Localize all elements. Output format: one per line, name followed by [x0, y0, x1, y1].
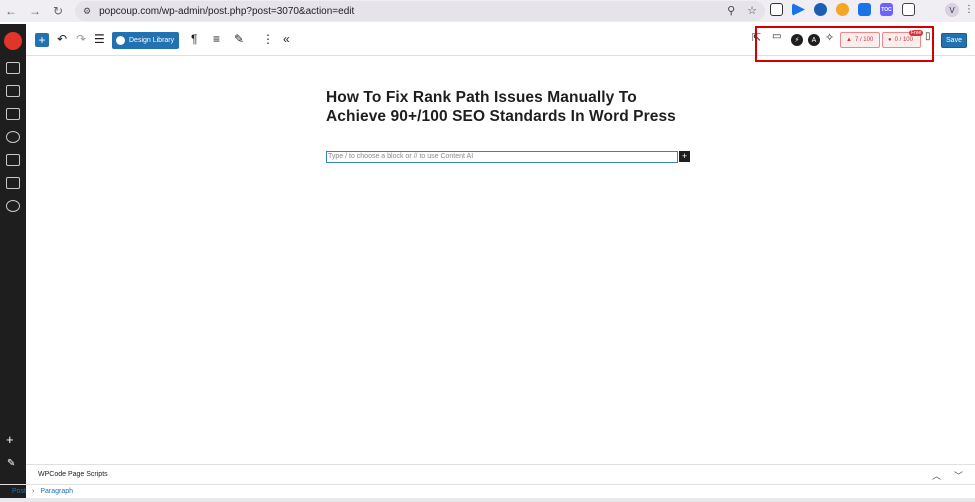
- bottom-strip: [0, 498, 975, 502]
- edit-pen-icon[interactable]: ✎: [7, 458, 15, 469]
- collapse-icon[interactable]: «: [283, 32, 290, 46]
- block-inserter-button[interactable]: +: [35, 33, 49, 47]
- image-icon[interactable]: [6, 108, 20, 120]
- admin-sidebar: + ✎: [0, 24, 26, 498]
- toc-extension-icon[interactable]: TOC: [880, 3, 893, 16]
- inline-inserter-button[interactable]: +: [679, 151, 690, 162]
- site-logo-icon[interactable]: [4, 32, 22, 50]
- pin-icon[interactable]: ✎: [234, 32, 244, 46]
- redo-icon[interactable]: ↷: [76, 32, 86, 46]
- back-icon[interactable]: ←: [0, 0, 22, 22]
- align-icon[interactable]: ≡: [213, 32, 220, 46]
- zoom-icon[interactable]: ⚲: [727, 4, 735, 17]
- document-icon[interactable]: [6, 177, 20, 189]
- palette-icon[interactable]: [6, 200, 20, 212]
- meta-box-title: WPCode Page Scripts: [38, 471, 108, 478]
- target-icon[interactable]: [6, 131, 20, 143]
- heading-icon[interactable]: [6, 85, 20, 97]
- design-library-icon: [116, 36, 125, 45]
- more-options-icon[interactable]: ⋮: [262, 32, 274, 46]
- blocks-icon[interactable]: [6, 62, 20, 74]
- browser-toolbar: ← → ↻ ⚙ popcoup.com/wp-admin/post.php?po…: [0, 0, 975, 22]
- breadcrumb-paragraph[interactable]: Paragraph: [40, 488, 73, 495]
- profile-avatar[interactable]: V: [945, 3, 959, 17]
- wpcode-meta-box[interactable]: WPCode Page Scripts ︿ ﹀: [26, 464, 975, 484]
- chevron-up-icon[interactable]: ︿: [932, 469, 941, 482]
- chevron-down-icon[interactable]: ﹀: [954, 469, 963, 482]
- breadcrumb: Post › Paragraph: [0, 484, 975, 498]
- document-overview-icon[interactable]: ☰: [94, 32, 105, 46]
- extensions-puzzle-icon[interactable]: [902, 3, 915, 16]
- design-library-label: Design Library: [129, 37, 175, 44]
- cursor-extension-icon[interactable]: [792, 3, 805, 16]
- breadcrumb-post[interactable]: Post: [12, 488, 26, 495]
- reload-icon[interactable]: ↻: [47, 0, 69, 22]
- site-info-icon[interactable]: ⚙: [83, 6, 91, 17]
- breadcrumb-separator-icon: ›: [32, 488, 35, 495]
- browser-menu-icon[interactable]: ⋮: [964, 4, 974, 15]
- address-bar[interactable]: ⚙ popcoup.com/wp-admin/post.php?post=307…: [75, 1, 765, 21]
- image-extension-icon[interactable]: [770, 3, 783, 16]
- add-icon[interactable]: +: [6, 432, 14, 447]
- post-title[interactable]: How To Fix Rank Path Issues Manually To …: [326, 88, 696, 126]
- forward-icon[interactable]: →: [24, 0, 46, 22]
- password-extension-icon[interactable]: [814, 3, 827, 16]
- color-extension-icon[interactable]: [836, 3, 849, 16]
- tag-extension-icon[interactable]: [858, 3, 871, 16]
- url-text: popcoup.com/wp-admin/post.php?post=3070&…: [99, 5, 355, 17]
- paragraph-block-input[interactable]: Type / to choose a block or // to use Co…: [326, 151, 678, 163]
- annotation-highlight-box: [755, 26, 934, 62]
- undo-icon[interactable]: ↶: [57, 32, 67, 46]
- paragraph-icon[interactable]: ¶: [191, 32, 197, 46]
- bookmark-star-icon[interactable]: ☆: [747, 4, 757, 17]
- layout-icon[interactable]: [6, 154, 20, 166]
- save-button[interactable]: Save: [941, 33, 967, 48]
- design-library-button[interactable]: Design Library: [112, 32, 179, 49]
